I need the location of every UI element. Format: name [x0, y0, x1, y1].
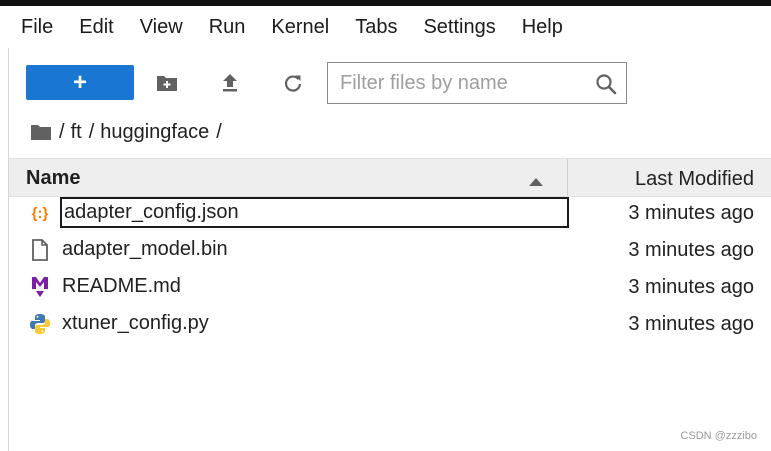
menu-bar: File Edit View Run Kernel Tabs Settings …: [0, 6, 771, 48]
file-list-header: Name Last Modified: [9, 158, 771, 197]
sort-ascending-icon[interactable]: [529, 173, 543, 191]
json-icon: {:}: [29, 202, 51, 224]
file-modified: 3 minutes ago: [628, 313, 754, 335]
file-row[interactable]: xtuner_config.py 3 minutes ago: [9, 306, 771, 343]
column-header-name[interactable]: Name: [26, 167, 80, 190]
file-icon: [29, 239, 51, 261]
file-row[interactable]: adapter_model.bin 3 minutes ago: [9, 232, 771, 269]
file-modified: 3 minutes ago: [628, 202, 754, 224]
breadcrumb-huggingface[interactable]: huggingface: [100, 121, 209, 144]
refresh-icon[interactable]: [280, 70, 306, 96]
svg-text:{:}: {:}: [32, 205, 49, 222]
menu-run[interactable]: Run: [196, 16, 259, 39]
file-row[interactable]: README.md 3 minutes ago: [9, 269, 771, 306]
column-divider[interactable]: [567, 159, 568, 196]
breadcrumb-separator: /: [88, 120, 95, 143]
file-browser-toolbar: +: [0, 56, 771, 112]
folder-icon[interactable]: [30, 123, 52, 141]
new-launcher-button[interactable]: +: [26, 65, 134, 100]
file-modified: 3 minutes ago: [628, 239, 754, 261]
menu-settings[interactable]: Settings: [410, 16, 508, 39]
upload-icon[interactable]: [217, 70, 243, 96]
menu-view[interactable]: View: [127, 16, 196, 39]
file-name[interactable]: adapter_model.bin: [62, 238, 228, 261]
python-icon: [29, 313, 51, 335]
menu-kernel[interactable]: Kernel: [258, 16, 342, 39]
menu-tabs[interactable]: Tabs: [342, 16, 410, 39]
plus-label: +: [72, 68, 87, 96]
menu-edit[interactable]: Edit: [66, 16, 126, 39]
search-icon: [594, 72, 618, 96]
column-header-last-modified[interactable]: Last Modified: [635, 168, 754, 191]
breadcrumb: / ft / huggingface /: [30, 117, 222, 147]
breadcrumb-separator: /: [59, 120, 65, 143]
filter-box: [327, 62, 627, 104]
breadcrumb-ft[interactable]: ft: [71, 121, 82, 144]
menu-file[interactable]: File: [8, 16, 66, 39]
new-folder-icon[interactable]: [154, 70, 180, 96]
markdown-icon: [29, 276, 51, 298]
file-name[interactable]: adapter_config.json: [60, 197, 569, 228]
filter-input[interactable]: [328, 63, 588, 103]
file-row[interactable]: {:} adapter_config.json 3 minutes ago: [9, 195, 771, 232]
file-modified: 3 minutes ago: [628, 276, 754, 298]
breadcrumb-separator: /: [216, 120, 222, 143]
file-name[interactable]: README.md: [62, 275, 181, 298]
watermark: CSDN @zzzibo: [680, 430, 757, 442]
file-name[interactable]: xtuner_config.py: [62, 312, 209, 335]
menu-help[interactable]: Help: [509, 16, 576, 39]
